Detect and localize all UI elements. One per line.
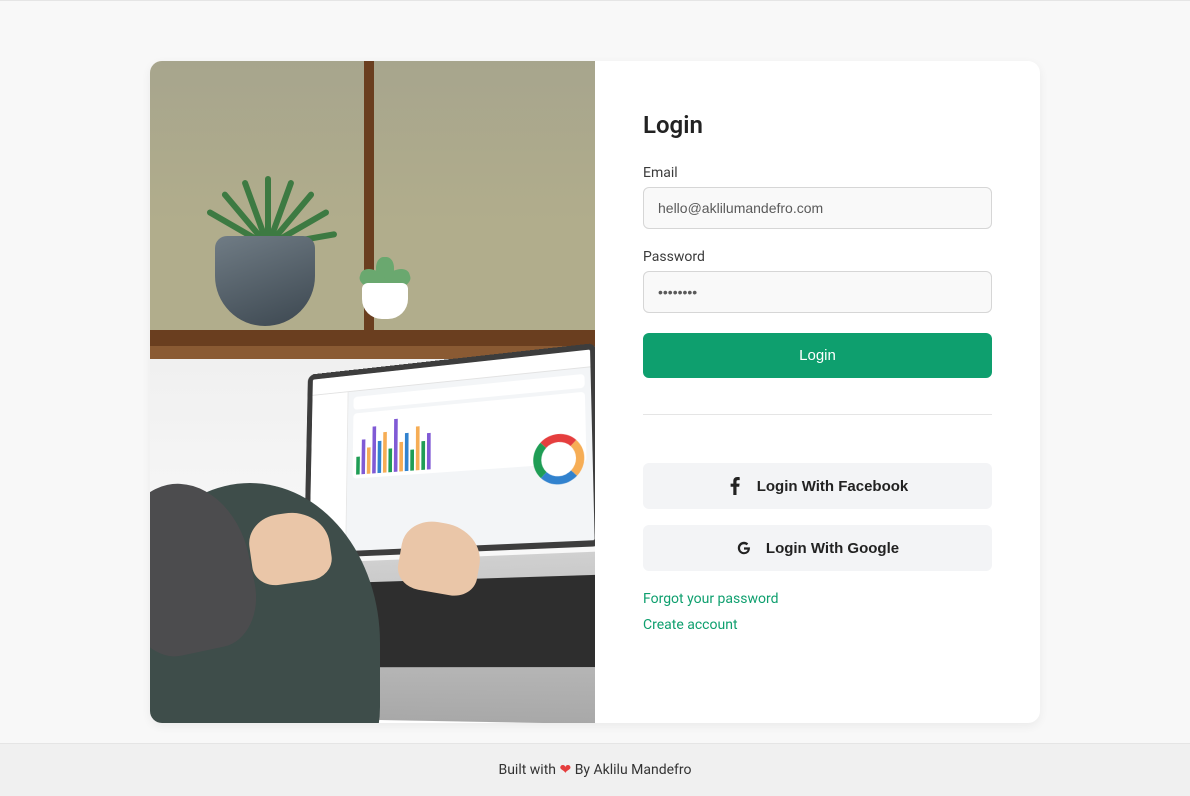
facebook-icon <box>727 477 743 495</box>
google-icon <box>736 539 752 557</box>
login-facebook-label: Login With Facebook <box>757 478 909 495</box>
login-card: Login Email Password Login Login With Fa… <box>150 61 1040 723</box>
login-google-button[interactable]: Login With Google <box>643 525 992 571</box>
login-google-label: Login With Google <box>766 540 899 557</box>
login-facebook-button[interactable]: Login With Facebook <box>643 463 992 509</box>
login-button[interactable]: Login <box>643 333 992 378</box>
login-button-label: Login <box>799 347 836 364</box>
login-form-panel: Login Email Password Login Login With Fa… <box>595 61 1040 723</box>
divider <box>643 414 992 415</box>
create-account-link[interactable]: Create account <box>643 615 992 635</box>
password-label: Password <box>643 249 992 265</box>
page-title: Login <box>643 111 992 139</box>
email-field[interactable] <box>643 187 992 229</box>
password-field[interactable] <box>643 271 992 313</box>
footer: Built with ❤ By Aklilu Mandefro <box>0 743 1190 796</box>
login-illustration <box>150 61 595 723</box>
forgot-password-link[interactable]: Forgot your password <box>643 589 992 609</box>
email-label: Email <box>643 165 992 181</box>
